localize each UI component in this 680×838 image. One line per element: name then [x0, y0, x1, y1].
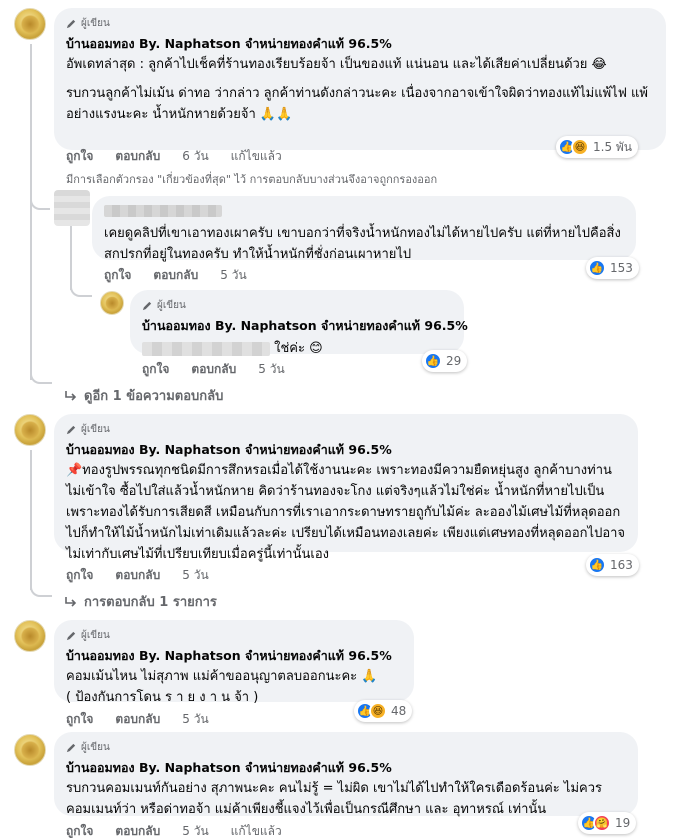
reply-button[interactable]: ตอบกลับ [115, 566, 160, 585]
reaction-summary[interactable]: 👍 🤗 19 [578, 812, 637, 834]
comment-actions: ถูกใจ ตอบกลับ 5 วัน แก้ไขแล้ว [66, 822, 304, 838]
author-avatar[interactable] [14, 734, 46, 766]
see-more-replies-link[interactable]: ดูอีก 1 ข้อความตอบกลับ [64, 385, 223, 406]
reaction-count: 48 [391, 704, 407, 718]
comment-bubble: ผู้เขียน บ้านออมทอง By. Naphatson จำหน่า… [130, 290, 468, 356]
reaction-count: 153 [610, 261, 633, 275]
comment-bubble: ผู้เขียน บ้านออมทอง By. Naphatson จำหน่า… [54, 732, 638, 817]
author-name[interactable]: บ้านออมทอง By. Naphatson จำหน่ายทองคำแท้… [66, 34, 654, 54]
reaction-summary[interactable]: 👍 153 [586, 257, 639, 279]
edited-label: แก้ไขแล้ว [230, 824, 282, 838]
author-badge: ผู้เขียน [66, 422, 626, 436]
blurred-username [104, 204, 222, 217]
care-reaction-icon: 🤗 [593, 814, 611, 832]
like-reaction-icon: 👍 [588, 259, 606, 277]
reaction-summary[interactable]: 👍 😆 1.5 พัน [556, 136, 639, 158]
comment-actions: ถูกใจ ตอบกลับ 6 วัน แก้ไขแล้ว [66, 147, 304, 166]
pencil-icon [66, 631, 76, 640]
comment-bubble: ผู้เขียน บ้านออมทอง By. Naphatson จำหน่า… [54, 620, 414, 705]
reaction-count: 29 [446, 354, 462, 368]
author-name[interactable]: บ้านออมทอง By. Naphatson จำหน่ายทองคำแท้… [66, 646, 402, 666]
reply-arrow-icon [65, 596, 77, 607]
author-badge: ผู้เขียน [66, 740, 626, 754]
blurred-mention [142, 341, 270, 356]
comment-bubble: เคยดูคลิปที่เขาเอาทองเผาครับ เขาบอกว่าที… [92, 196, 636, 262]
thread-line [30, 372, 52, 384]
reply-arrow-icon [65, 390, 77, 401]
reply-text: ใช่ค่ะ 😊 [274, 341, 323, 356]
comment-actions: ถูกใจ ตอบกลับ 5 วัน [66, 710, 231, 729]
thread-line [70, 226, 72, 290]
timestamp[interactable]: 5 วัน [182, 710, 208, 729]
timestamp[interactable]: 5 วัน [220, 266, 246, 285]
reply-button[interactable]: ตอบกลับ [153, 266, 198, 285]
thread-line [30, 450, 32, 590]
author-name[interactable]: บ้านออมทอง By. Naphatson จำหน่ายทองคำแท้… [142, 316, 468, 336]
comment-actions: ถูกใจ ตอบกลับ 5 วัน [142, 360, 307, 379]
user-avatar[interactable] [54, 190, 90, 226]
reaction-summary[interactable]: 👍 29 [422, 350, 468, 372]
author-name[interactable]: บ้านออมทอง By. Naphatson จำหน่ายทองคำแท้… [66, 440, 626, 460]
filter-note: มีการเลือกตัวกรอง "เกี่ยวข้องที่สุด" ไว้… [66, 173, 438, 186]
author-avatar[interactable] [14, 414, 46, 446]
author-name[interactable]: บ้านออมทอง By. Naphatson จำหน่ายทองคำแท้… [66, 758, 626, 778]
comment-bubble: ผู้เขียน บ้านออมทอง By. Naphatson จำหน่า… [54, 414, 638, 562]
comment-actions: ถูกใจ ตอบกลับ 5 วัน [66, 566, 231, 585]
haha-reaction-icon: 😆 [571, 138, 589, 156]
pencil-icon [66, 19, 76, 28]
like-button[interactable]: ถูกใจ [66, 710, 93, 729]
thread-line [30, 585, 52, 597]
like-button[interactable]: ถูกใจ [66, 147, 93, 166]
reaction-count: 19 [615, 816, 631, 830]
timestamp[interactable]: 5 วัน [182, 566, 208, 585]
thread-line [30, 200, 50, 210]
reaction-count: 163 [610, 558, 633, 572]
timestamp[interactable]: 5 วัน [182, 822, 208, 838]
edited-label: แก้ไขแล้ว [230, 149, 282, 163]
timestamp[interactable]: 6 วัน [182, 147, 208, 166]
like-reaction-icon: 👍 [588, 556, 606, 574]
pencil-icon [142, 301, 152, 310]
reaction-count: 1.5 พัน [593, 139, 633, 154]
reply-button[interactable]: ตอบกลับ [115, 710, 160, 729]
thread-line [70, 285, 92, 297]
author-badge: ผู้เขียน [66, 16, 654, 30]
reply-button[interactable]: ตอบกลับ [115, 147, 160, 166]
comment-text: รบกวนลูกค้าไม่เม้น ด่าทอ ว่ากล่าว ลูกค้า… [66, 86, 648, 122]
comment-actions: ถูกใจ ตอบกลับ 5 วัน [104, 266, 269, 285]
reply-button[interactable]: ตอบกลับ [115, 822, 160, 838]
like-button[interactable]: ถูกใจ [66, 566, 93, 585]
like-button[interactable]: ถูกใจ [142, 360, 169, 379]
author-badge: ผู้เขียน [142, 298, 452, 312]
author-avatar[interactable] [100, 291, 124, 315]
comment-text: เคยดูคลิปที่เขาเอาทองเผาครับ เขาบอกว่าที… [104, 226, 621, 262]
comment-bubble: ผู้เขียน บ้านออมทอง By. Naphatson จำหน่า… [54, 8, 666, 150]
reaction-summary[interactable]: 👍 163 [586, 554, 639, 576]
replies-link[interactable]: การตอบกลับ 1 รายการ [64, 591, 217, 612]
comment-text: รบกวนคอมเมนท์กันอย่าง สุภาพนะคะ คนไม่รู้… [66, 781, 603, 817]
comment-text: อัพเดทล่าสุด : ลูกค้าไปเช็คที่ร้านทองเรี… [66, 57, 607, 72]
author-avatar[interactable] [14, 8, 46, 40]
reaction-summary[interactable]: 👍 😆 48 [354, 700, 413, 722]
pencil-icon [66, 425, 76, 434]
comment-text: ใช่ค่ะ 😊 [142, 338, 452, 359]
comment-text: ( ป้องกันการโดน ร า ย ง า น จ้า ) [66, 690, 259, 705]
timestamp[interactable]: 5 วัน [258, 360, 284, 379]
author-avatar[interactable] [14, 620, 46, 652]
comment-text: คอมเม้นไหน ไม่สุภาพ แม่ค้าขออนุญาตลบออกน… [66, 669, 378, 684]
thread-line [30, 44, 32, 380]
reply-button[interactable]: ตอบกลับ [191, 360, 236, 379]
like-button[interactable]: ถูกใจ [104, 266, 131, 285]
like-button[interactable]: ถูกใจ [66, 822, 93, 838]
haha-reaction-icon: 😆 [369, 702, 387, 720]
author-badge: ผู้เขียน [66, 628, 402, 642]
pencil-icon [66, 743, 76, 752]
like-reaction-icon: 👍 [424, 352, 442, 370]
comment-text: 📌ทองรูปพรรณทุกชนิดมีการสึกหรอเมื่อได้ใช้… [66, 463, 626, 562]
